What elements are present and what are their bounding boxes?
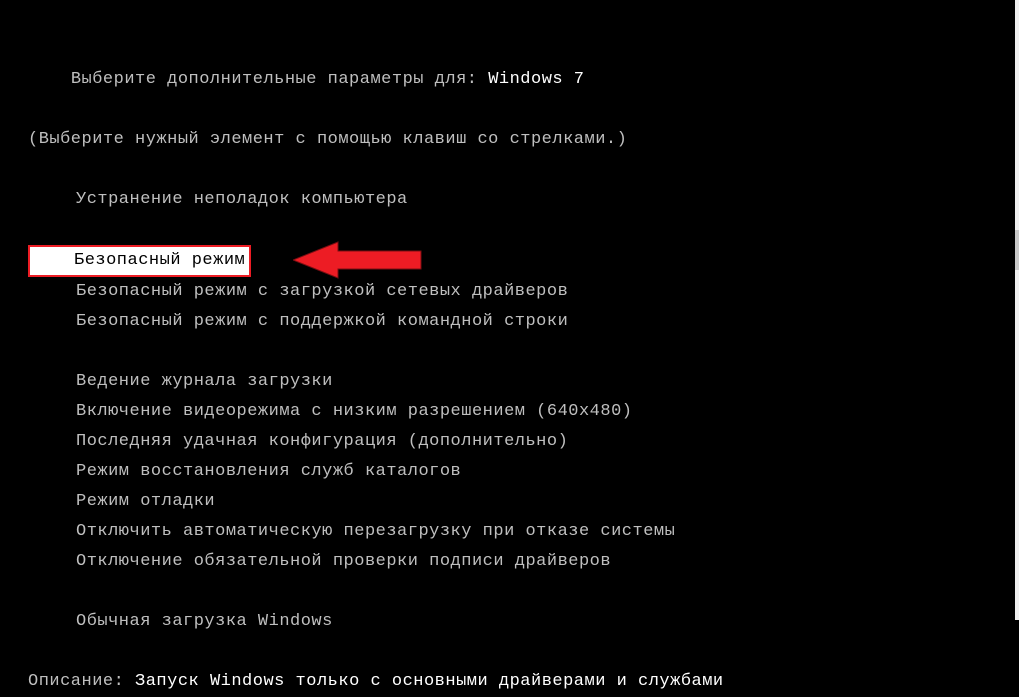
option-safe-mode-selected-wrap: Безопасный режим	[28, 245, 251, 277]
highlight-arrow-icon	[293, 240, 423, 280]
option-low-res[interactable]: Включение видеорежима с низким разрешени…	[76, 397, 1015, 427]
option-last-good[interactable]: Последняя удачная конфигурация (дополнит…	[76, 427, 1015, 457]
option-safe-mode[interactable]: Безопасный режим	[28, 245, 251, 277]
scrollbar-thumb[interactable]	[1015, 230, 1019, 270]
description-label: Описание:	[28, 672, 124, 691]
option-disable-sig[interactable]: Отключение обязательной проверки подписи…	[76, 547, 1015, 577]
option-ds-restore[interactable]: Режим восстановления служб каталогов	[76, 457, 1015, 487]
header-instruction: (Выберите нужный элемент с помощью клави…	[28, 125, 1015, 155]
option-normal[interactable]: Обычная загрузка Windows	[76, 607, 1015, 637]
description-text: Запуск Windows только с основными драйве…	[135, 672, 724, 691]
boot-options-screen: Выберите дополнительные параметры для: W…	[0, 0, 1015, 620]
option-safe-mode-net[interactable]: Безопасный режим с загрузкой сетевых дра…	[76, 277, 1015, 307]
boot-options-list: Устранение неполадок компьютера Безопасн…	[28, 185, 1015, 637]
option-repair[interactable]: Устранение неполадок компьютера	[76, 185, 1015, 215]
header-os-name: Windows 7	[488, 70, 584, 89]
scrollbar-track[interactable]	[1015, 0, 1019, 620]
option-boot-log[interactable]: Ведение журнала загрузки	[76, 367, 1015, 397]
option-debug[interactable]: Режим отладки	[76, 487, 1015, 517]
header-title-line: Выберите дополнительные параметры для: W…	[28, 35, 1015, 125]
option-no-auto-restart[interactable]: Отключить автоматическую перезагрузку пр…	[76, 517, 1015, 547]
option-safe-mode-cmd[interactable]: Безопасный режим с поддержкой командной …	[76, 307, 1015, 337]
description-line: Описание: Запуск Windows только с основн…	[28, 667, 1015, 697]
header-title-prefix: Выберите дополнительные параметры для:	[71, 70, 478, 89]
